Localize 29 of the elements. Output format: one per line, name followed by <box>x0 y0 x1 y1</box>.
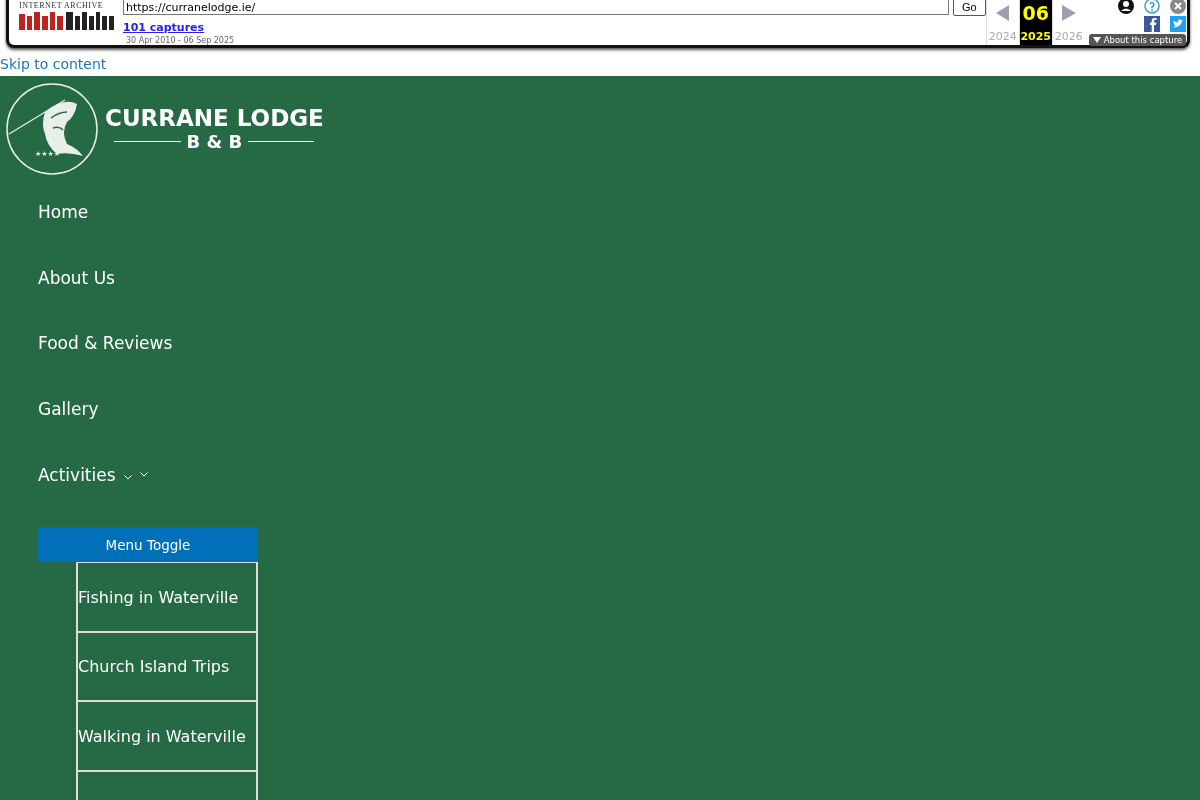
next-arrow-icon[interactable] <box>1061 5 1076 21</box>
previous-arrow-icon[interactable] <box>995 5 1010 21</box>
go-button[interactable]: Go <box>953 0 986 16</box>
date-range: 30 Apr 2010 - 06 Sep 2025 <box>126 36 236 45</box>
twitter-icon[interactable] <box>1170 16 1187 32</box>
nav-link[interactable]: Home <box>38 201 89 223</box>
submenu-item[interactable]: Fishing in Waterville <box>76 562 258 632</box>
wayback-logo-icon <box>19 10 115 32</box>
help-icon[interactable] <box>1144 0 1161 14</box>
logo-title: CURRANE LODGE <box>105 105 324 131</box>
nav-link[interactable]: Gallery <box>38 398 99 421</box>
nav-link[interactable]: Food & Reviews <box>38 332 173 355</box>
close-icon[interactable] <box>1170 0 1187 14</box>
url-field[interactable]: https://curranelodge.ie/ <box>123 0 949 15</box>
about-capture-button[interactable]: About this capture <box>1088 34 1187 46</box>
skip-link[interactable]: Skip to content <box>0 53 1200 76</box>
user-icon[interactable] <box>1118 0 1135 14</box>
submenu-item[interactable]: Walking in Waterville <box>76 701 258 771</box>
archive-label: INTERNET ARCHIVE <box>19 1 105 10</box>
submenu-item[interactable]: Church Island Trips <box>76 631 258 702</box>
nav-link[interactable]: About Us <box>38 266 115 289</box>
menu-toggle-button[interactable]: Menu Toggle <box>38 527 258 563</box>
captures-link[interactable]: 101 captures <box>123 21 986 34</box>
caret-icon <box>1092 37 1101 43</box>
fish-emblem-icon <box>5 81 99 176</box>
selected-capture-date[interactable]: 06 2025 <box>1018 0 1052 45</box>
facebook-icon[interactable] <box>1144 16 1161 32</box>
logo-subtitle: B & B <box>186 131 243 152</box>
nav-link[interactable]: Activities <box>38 463 116 486</box>
